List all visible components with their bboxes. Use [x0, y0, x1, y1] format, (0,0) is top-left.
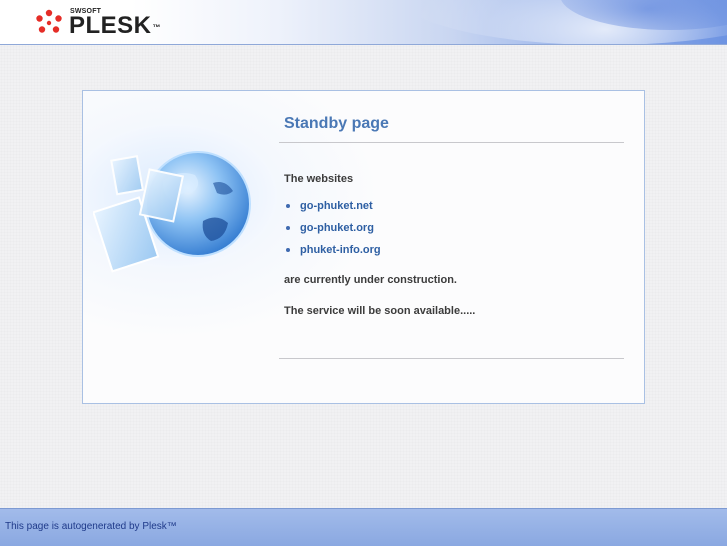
website-link[interactable]: go-phuket.org: [284, 222, 381, 244]
header-bar: SWSOFT PLESK™: [0, 0, 727, 45]
bullet-icon: [286, 226, 290, 230]
construction-status-text: are currently under construction.: [284, 274, 457, 286]
title-divider: [279, 142, 624, 143]
bottom-divider: [279, 358, 624, 359]
availability-notice: The service will be soon available.....: [284, 305, 476, 317]
globe-documents-icon: [93, 151, 251, 273]
footer-text: This page is autogenerated by Plesk™: [5, 521, 177, 532]
standby-panel: Standby page The websites go-phuket.net …: [82, 90, 645, 404]
plesk-logo-icon: [36, 9, 62, 33]
bullet-icon: [286, 248, 290, 252]
website-link[interactable]: phuket-info.org: [284, 244, 381, 266]
intro-text: The websites: [284, 173, 354, 185]
bullet-icon: [286, 204, 290, 208]
website-link[interactable]: go-phuket.net: [284, 200, 381, 222]
brand-name: PLESK™: [69, 12, 162, 39]
website-list: go-phuket.net go-phuket.org phuket-info.…: [284, 200, 381, 266]
page-title: Standby page: [284, 115, 389, 132]
footer-bar: This page is autogenerated by Plesk™: [0, 508, 727, 546]
